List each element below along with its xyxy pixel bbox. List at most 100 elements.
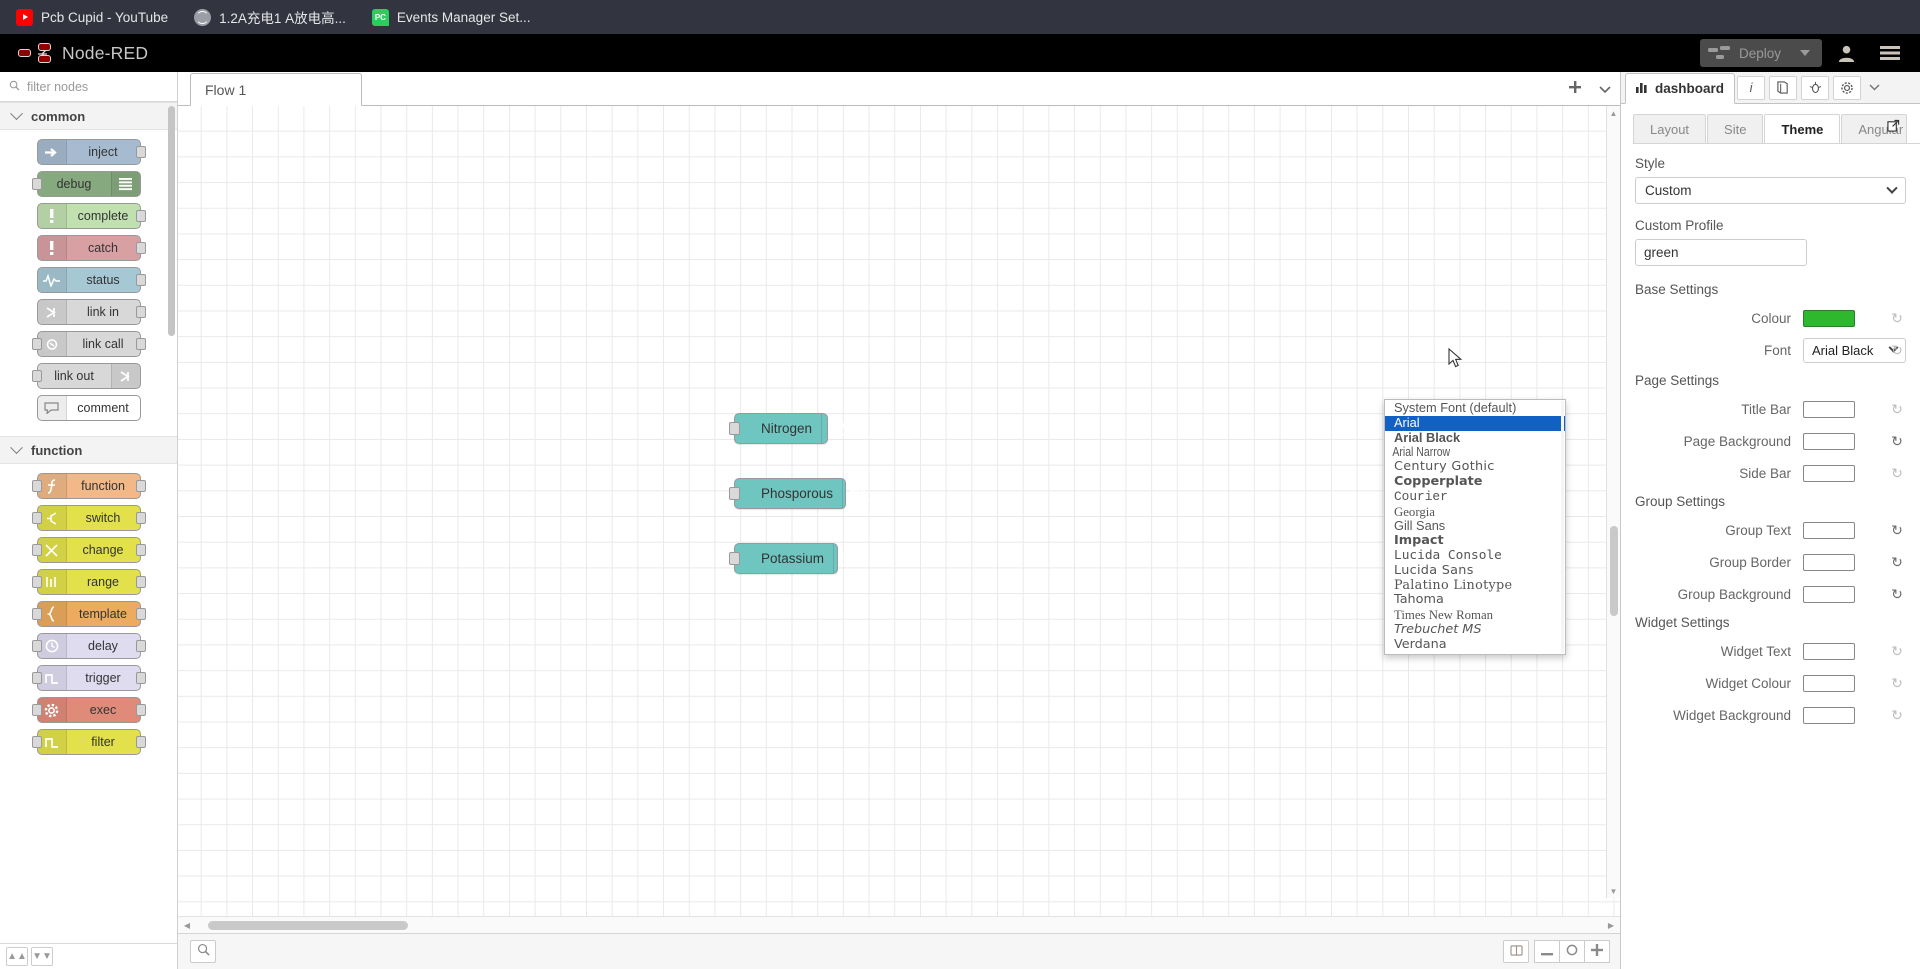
node-output-port[interactable] [135, 512, 146, 524]
browser-tab[interactable]: 1.2A充电1 A放电高... [184, 0, 360, 34]
node-input-port[interactable] [31, 338, 42, 350]
node-output-port[interactable] [135, 736, 146, 748]
font-option-lucida-console[interactable]: Lucida Console [1385, 548, 1565, 564]
widget-background-swatch[interactable] [1803, 706, 1855, 724]
font-option-times-new-roman[interactable]: Times New Roman [1385, 608, 1565, 623]
node-output-port[interactable] [135, 544, 146, 556]
node-input-port[interactable] [31, 178, 42, 190]
scroll-down-icon[interactable]: ▼ [1607, 884, 1620, 898]
node-input-port[interactable] [31, 576, 42, 588]
palette-node-switch[interactable]: switch [31, 505, 146, 531]
palette-category-function[interactable]: function [0, 436, 177, 464]
dropdown-scrollbar[interactable] [1561, 401, 1564, 653]
reset-icon[interactable]: ↻ [1888, 465, 1906, 482]
reset-icon[interactable]: ↻ [1888, 675, 1906, 692]
collapse-all-button[interactable]: ▲▲ [6, 947, 28, 966]
font-option-tahoma[interactable]: Tahoma [1385, 593, 1565, 608]
palette-node-trigger[interactable]: trigger [31, 665, 146, 691]
flow-node-nitrogen[interactable]: Nitrogen abc [729, 413, 849, 444]
node-input-port[interactable] [31, 640, 42, 652]
search-flows-button[interactable] [190, 940, 216, 963]
help-book-icon[interactable] [1769, 75, 1798, 100]
add-flow-button[interactable] [1560, 72, 1590, 105]
font-option-georgia[interactable]: Georgia [1385, 505, 1565, 520]
subtab-layout[interactable]: Layout [1633, 114, 1707, 143]
node-input-port[interactable] [31, 736, 42, 748]
font-option-arial-narrow[interactable]: Arial Narrow [1385, 445, 1533, 460]
font-option-arial-black[interactable]: Arial Black [1385, 430, 1565, 446]
node-input-port[interactable] [31, 544, 42, 556]
sidebar-tab-dashboard[interactable]: dashboard [1625, 73, 1736, 104]
palette-node-catch[interactable]: catch [36, 235, 146, 261]
node-output-port[interactable] [135, 210, 146, 222]
custom-profile-input[interactable]: green [1635, 239, 1807, 266]
subtab-angular[interactable]: Angular [1841, 114, 1908, 143]
node-output-port[interactable] [135, 576, 146, 588]
canvas-horizontal-scrollbar[interactable]: ◀ ▶ [178, 916, 1620, 933]
node-input-port[interactable] [31, 704, 42, 716]
palette-node-change[interactable]: change [31, 537, 146, 563]
font-dropdown-list[interactable]: System Font (default) Arial Arial Black Ari… [1384, 399, 1566, 655]
browser-tab[interactable]: PC Events Manager Set... [362, 0, 545, 34]
node-output-port[interactable] [135, 338, 146, 350]
group-text-swatch[interactable] [1803, 521, 1855, 539]
reset-icon[interactable]: ↻ [1888, 433, 1906, 450]
style-select[interactable]: Custom [1635, 177, 1906, 204]
node-output-port[interactable] [135, 146, 146, 158]
flow-node-phosporous[interactable]: Phosporous abc [729, 478, 870, 509]
vscroll-thumb[interactable] [1610, 526, 1618, 616]
chevron-down-icon[interactable] [1800, 50, 1810, 56]
palette-category-common[interactable]: common [0, 102, 177, 130]
reset-icon[interactable]: ↻ [1888, 586, 1906, 603]
widget-text-swatch[interactable] [1803, 642, 1855, 660]
font-option-verdana[interactable]: Verdana [1385, 637, 1565, 653]
reset-icon[interactable]: ↻ [1888, 522, 1906, 539]
scroll-right-icon[interactable]: ▶ [1604, 921, 1618, 930]
title-bar-swatch[interactable] [1803, 400, 1855, 418]
palette-node-status[interactable]: status [36, 267, 146, 293]
main-menu-button[interactable] [1870, 36, 1910, 70]
reset-icon[interactable]: ↻ [1888, 554, 1906, 571]
palette-node-exec[interactable]: exec [31, 697, 146, 723]
font-option-system-font-default[interactable]: System Font (default) [1385, 400, 1565, 416]
font-option-lucida-sans[interactable]: Lucida Sans [1385, 563, 1565, 579]
node-input-port[interactable] [729, 552, 740, 565]
subtab-site[interactable]: Site [1707, 114, 1764, 143]
browser-tab[interactable]: Pcb Cupid - YouTube [6, 0, 182, 34]
node-input-port[interactable] [729, 487, 740, 500]
palette-node-range[interactable]: range [31, 569, 146, 595]
node-input-port[interactable] [31, 608, 42, 620]
font-option-arial[interactable]: Arial [1385, 415, 1565, 431]
external-link-icon[interactable] [1887, 119, 1900, 135]
palette-node-complete[interactable]: complete [36, 203, 146, 229]
node-input-port[interactable] [31, 480, 42, 492]
colour-swatch[interactable] [1803, 309, 1855, 327]
hscroll-thumb[interactable] [208, 920, 408, 930]
group-border-swatch[interactable] [1803, 553, 1855, 571]
palette-node-function[interactable]: function [31, 473, 146, 499]
zoom-in-button[interactable] [1584, 940, 1610, 963]
palette-filter[interactable]: filter nodes [0, 72, 177, 102]
navigator-map-button[interactable] [1503, 940, 1529, 963]
canvas-vertical-scrollbar[interactable]: ▲ ▼ [1606, 106, 1620, 898]
debug-bug-icon[interactable] [1801, 75, 1830, 100]
palette-node-link-out[interactable]: link out [31, 363, 141, 389]
node-output-port[interactable] [135, 608, 146, 620]
palette-node-link-call[interactable]: link call [31, 331, 146, 357]
node-input-port[interactable] [31, 512, 42, 524]
zoom-reset-button[interactable] [1559, 940, 1585, 963]
scroll-left-icon[interactable]: ◀ [180, 921, 194, 930]
scroll-up-icon[interactable]: ▲ [1607, 106, 1620, 120]
node-output-port[interactable] [135, 640, 146, 652]
node-input-port[interactable] [31, 672, 42, 684]
subtab-theme[interactable]: Theme [1764, 114, 1841, 143]
palette-node-delay[interactable]: delay [31, 633, 146, 659]
palette-node-template[interactable]: template [31, 601, 146, 627]
palette-node-link-in[interactable]: link in [36, 299, 146, 325]
node-input-port[interactable] [31, 370, 42, 382]
palette-node-debug[interactable]: debug [31, 171, 141, 197]
node-output-port[interactable] [135, 242, 146, 254]
font-option-impact[interactable]: Impact [1385, 533, 1565, 549]
reset-icon[interactable]: ↻ [1888, 707, 1906, 724]
group-background-swatch[interactable] [1803, 585, 1855, 603]
